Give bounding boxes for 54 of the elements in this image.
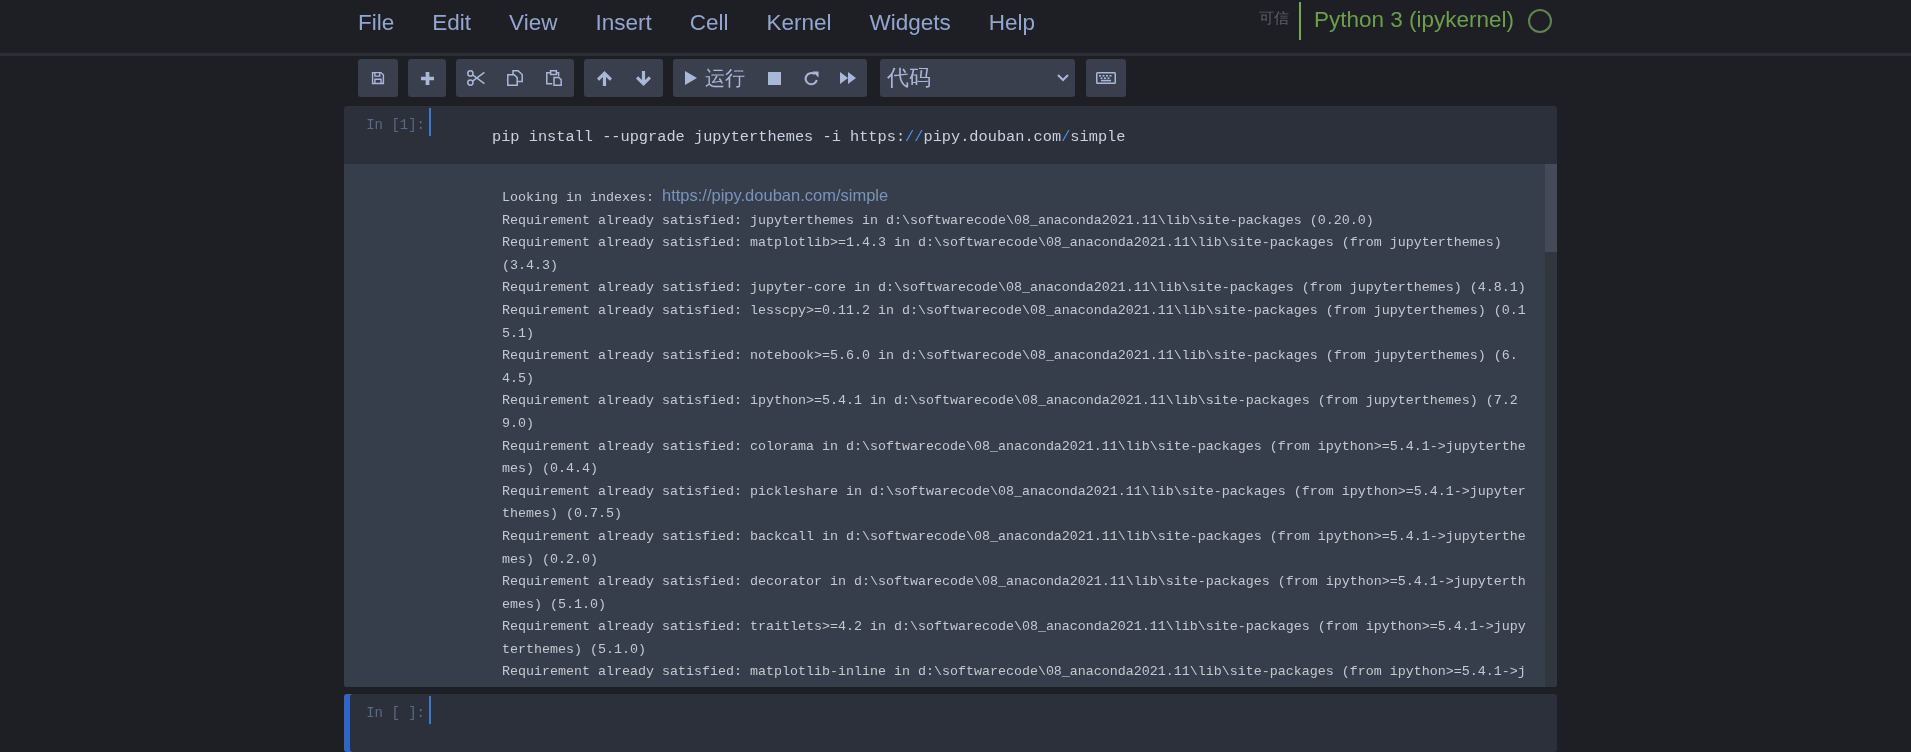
menu-item[interactable]: Help [969,10,1055,40]
output-line: Requirement already satisfied: notebook>=5.6.0 in d:\softwarecode\08_anaconda2021.11\lib\site-packages (from jupyterthemes) (6.4.5) [502,347,1519,388]
trusted-label: 可信 [1258,9,1289,27]
output-line: Requirement already satisfied: traitlets>=4.2 in d:\softwarecode\08_anaconda2021.11\lib\site-packages (from ipython>=5.4.1->jupyterthemes) (5.1.0) [502,618,1527,659]
save-button[interactable] [358,59,398,97]
run-button[interactable]: 运行 [673,59,756,97]
menu-item[interactable]: Insert [576,10,671,40]
output-line: Requirement already satisfied: jupyter-core in d:\softwarecode\08_anaconda2021.11\lib\site-packages (from jupyterthemes) (4.8.1) [502,279,1526,298]
refresh-icon [803,70,819,86]
menu-item[interactable]: View [490,10,577,40]
play-icon [685,71,697,85]
prompt-label: In [ ]: [366,704,425,724]
output-line: Requirement already satisfied: jupyterthemes in d:\softwarecode\08_anaconda2021.11\lib\site-packages (0.20.0) [502,211,1374,230]
output-line: Requirement already satisfied: backcall in d:\softwarecode\08_anaconda2021.11\lib\site-packages (from ipython>=5.4.1->jupyterthemes) (0.2.0) [502,527,1527,569]
cursor-icon [429,696,431,725]
output-line: Requirement already satisfied: matplotlib-inline in d:\softwarecode\08_anaconda2021.11\lib\site-packages (from ipython>=5.4.1->j [502,663,1526,682]
clipboard-icon [546,70,562,86]
menu-item[interactable]: Widgets [850,10,970,40]
menu-item[interactable]: File [339,10,414,40]
menu-item[interactable]: Cell [670,10,748,40]
move-down-button[interactable] [623,59,663,97]
chevron-down-icon [1057,74,1069,82]
arrow-down-icon [635,70,651,86]
output-line: Requirement already satisfied: lesscpy>=0.11.2 in d:\softwarecode\08_anaconda2021.11\lib\site-packages (from jupyterthemes) (0.15.1) [502,301,1527,343]
output-line: Requirement already satisfied: matplotlib>=1.4.3 in d:\softwarecode\08_anaconda2021.11\lib\site-packages (from jupyterthemes) (3.4.3) [502,234,1503,275]
output-line: Requirement already satisfied: ipython>=5.4.1 in d:\softwarecode\08_anaconda2021.11\lib\site-packages (from jupyterthemes) (7.29.0) [502,392,1519,433]
output-line: Requirement already satisfied: decorator in d:\softwarecode\08_anaconda2021.11\lib\site-packages (from ipython>=5.4.1->jupyterthemes) (5.1.0) [502,573,1527,614]
insert-cell-button[interactable] [408,59,446,97]
cursor-icon [429,108,431,136]
kernel-name: Python 3 (ipykernel) [1298,2,1514,40]
stop-icon [767,71,781,85]
cut-button[interactable] [456,59,496,97]
keyboard-button[interactable] [1086,59,1126,97]
menu-item[interactable]: Edit [413,10,491,40]
copy-icon [507,70,523,86]
menu-item[interactable]: Kernel [747,10,851,40]
move-up-button[interactable] [584,59,624,97]
arrow-up-icon [596,70,612,86]
output-line: Requirement already satisfied: colorama in d:\softwarecode\08_anaconda2021.11\lib\site-packages (from ipython>=5.4.1->jupyterthemes) (0.4.4) [502,437,1527,479]
cell-type-dropdown[interactable]: 代码 [880,59,1075,97]
output-line: Requirement already satisfied: pickleshare in d:\softwarecode\08_anaconda2021.11\lib\site-packages (from ipython>=5.4.1->jupyterthemes) (0.7.5) [502,482,1527,524]
code-input[interactable]: pip install --upgrade jupyterthemes -i https://pipy.douban.com/simple [431,106,1557,164]
scissors-icon [467,70,485,86]
scrollbar-thumb[interactable] [1545,164,1557,252]
index-link[interactable]: https://pipy.douban.com/simple [661,186,889,204]
scrollbar[interactable] [1545,164,1557,688]
keyboard-icon [1096,72,1116,84]
plus-icon [420,71,434,85]
prompt-label: In [1]: [366,116,425,135]
paste-button[interactable] [534,59,574,97]
run-all-button[interactable] [829,59,867,97]
floppy-icon [371,71,385,85]
output-text: Looking in indexes: [502,190,654,205]
fast-forward-icon [840,72,856,84]
